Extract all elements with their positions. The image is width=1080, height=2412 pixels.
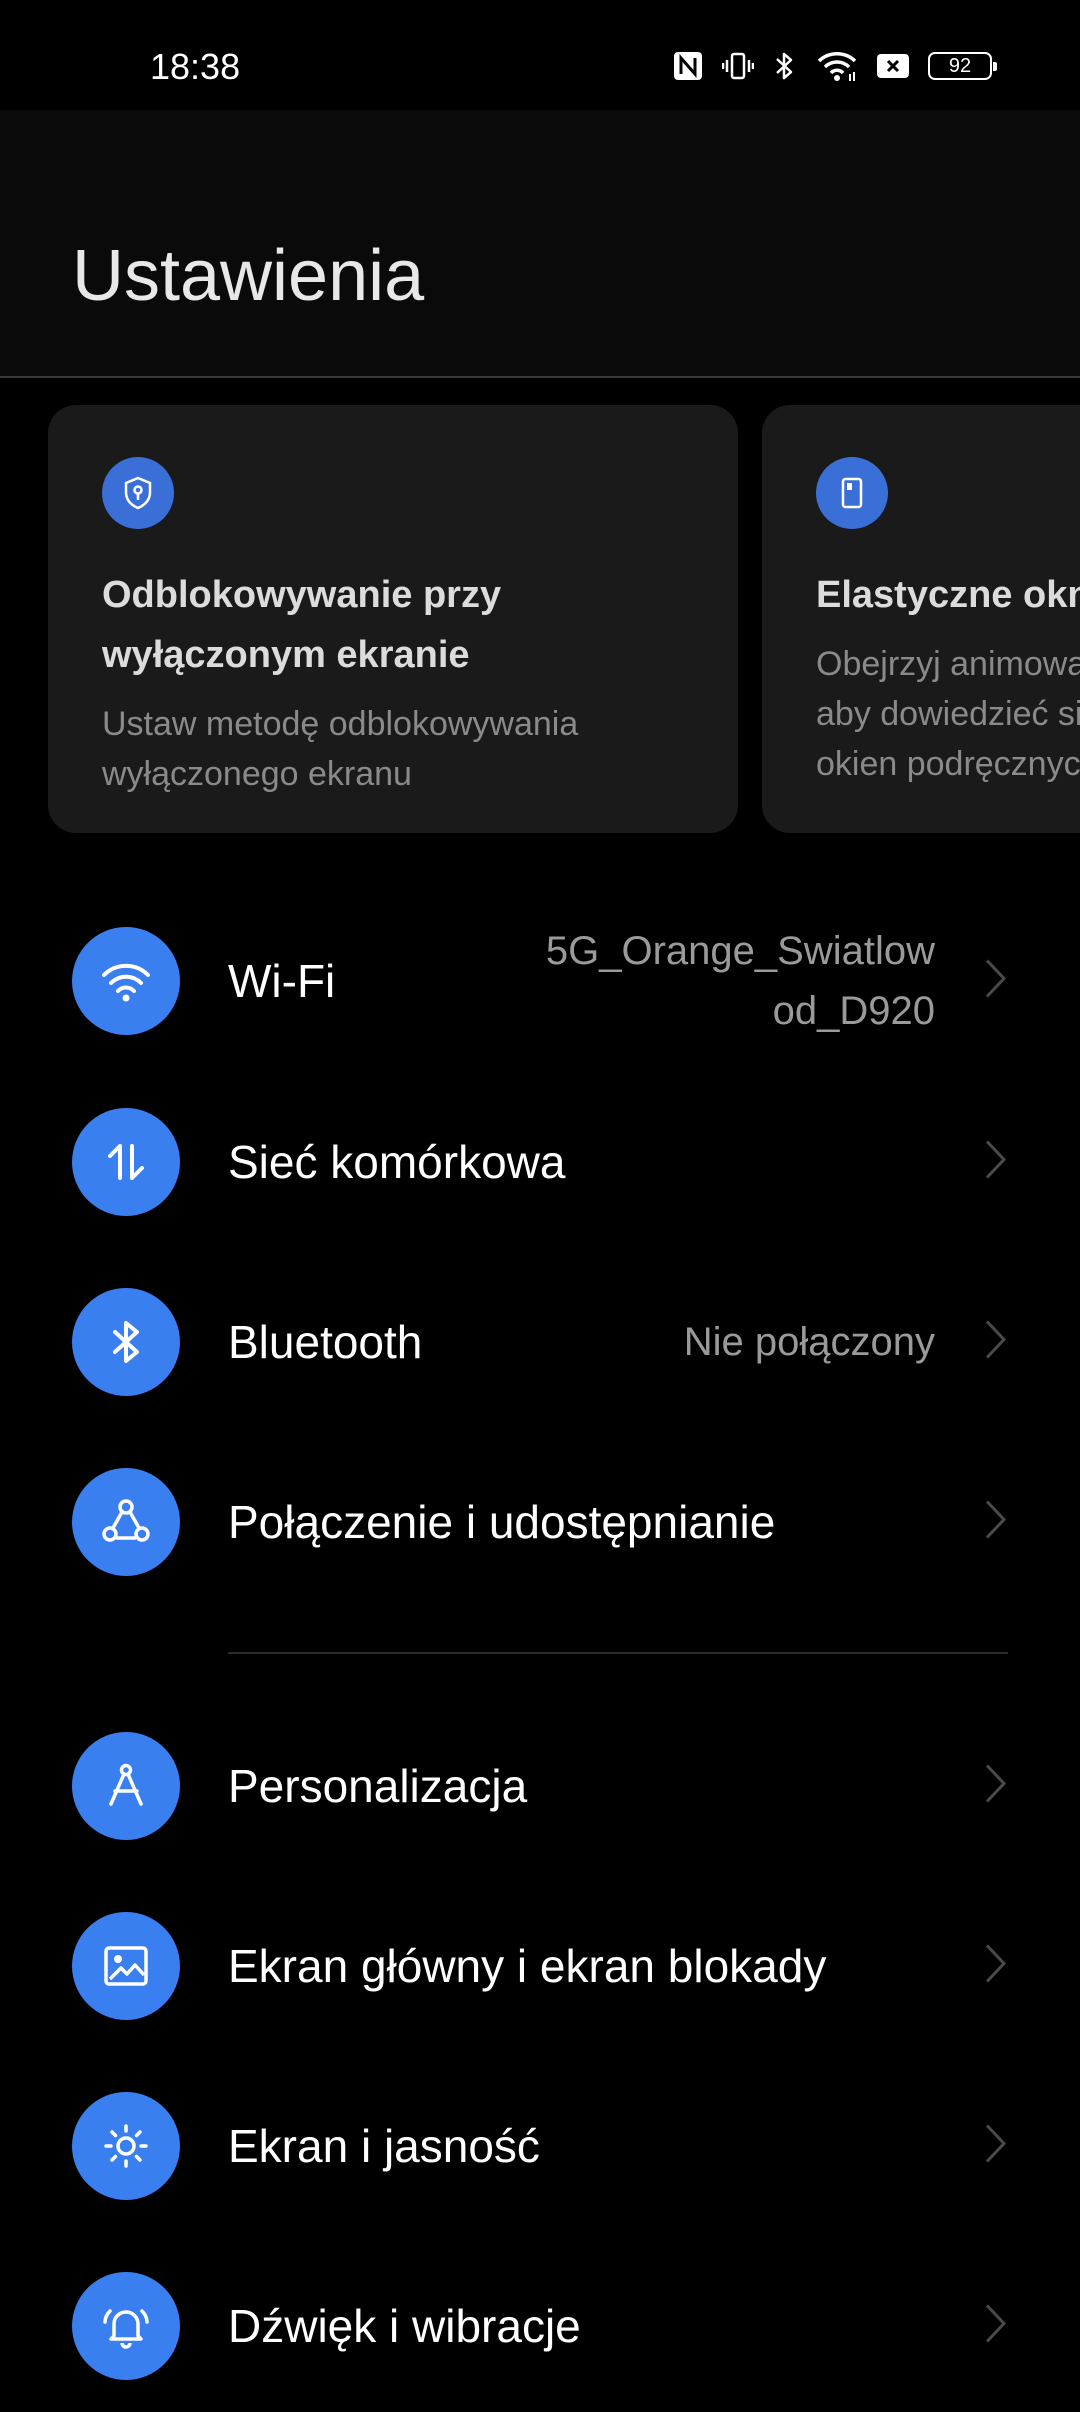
connection-sharing-icon [72,1468,180,1576]
suggestion-card-flexible-windows[interactable]: Elastyczne okna Obejrzyj animowany przew… [762,405,1080,833]
chevron-right-icon [984,1318,1008,1367]
settings-item-label: Ekran główny i ekran blokady [228,1940,827,1992]
settings-item-label: Sieć komórkowa [228,1136,566,1188]
settings-item-label: Wi-Fi [228,955,336,1007]
status-time: 18:38 [150,46,241,87]
chevron-right-icon [984,1942,1008,1991]
settings-item-label: Ekran i jasność [228,2120,540,2172]
brightness-icon [72,2092,180,2200]
chevron-right-icon [984,1498,1008,1547]
settings-item-wifi[interactable]: Wi-Fi 5G_Orange_Swiatlow od_D920 [0,906,1080,1056]
personalization-icon [72,1732,180,1840]
battery-level: 92 [948,54,972,77]
card-title: Odblokowywanie przy wyłączonym ekranie [102,574,502,676]
header: Ustawienia [0,110,1080,378]
section-divider [228,1652,1008,1654]
card-description: Ustaw metodę odblokowywania wyłączonego … [102,705,579,793]
wifi-icon [72,927,180,1035]
vibrate-icon [722,50,754,82]
bluetooth-icon [72,1288,180,1396]
sound-icon [72,2272,180,2380]
settings-item-value: Nie połączony [683,1320,935,1364]
settings-item-bluetooth[interactable]: Bluetooth Nie połączony [0,1267,1080,1417]
settings-item-value: 5G_Orange_Swiatlow od_D920 [545,929,935,1033]
settings-item-connection-sharing[interactable]: Połączenie i udostępnianie [0,1447,1080,1597]
shield-key-icon [102,457,174,529]
suggestion-card-unlock[interactable]: Odblokowywanie przy wyłączonym ekranie U… [48,405,738,833]
wifi-icon [816,50,858,82]
card-description: Obejrzyj animowany przewodnik, aby dowie… [816,645,1080,783]
mobile-data-icon [72,1108,180,1216]
settings-item-personalization[interactable]: Personalizacja [0,1711,1080,1861]
settings-item-home-lock-screen[interactable]: Ekran główny i ekran blokady [0,1891,1080,2041]
bluetooth-icon [772,50,798,82]
no-sim-icon [876,51,910,81]
chevron-right-icon [984,1762,1008,1811]
nfc-icon [672,50,704,82]
settings-item-label: Bluetooth [228,1316,423,1368]
wallpaper-icon [72,1912,180,2020]
chevron-right-icon [984,2302,1008,2351]
status-bar: 18:38 92 [0,0,1080,110]
page-title: Ustawienia [72,236,425,316]
settings-item-mobile-network[interactable]: Sieć komórkowa [0,1087,1080,1237]
card-title: Elastyczne okna [816,574,1080,616]
battery-icon: 92 [928,52,997,80]
floating-window-icon [816,457,888,529]
settings-item-label: Dźwięk i wibracje [228,2300,581,2352]
settings-item-display-brightness[interactable]: Ekran i jasność [0,2071,1080,2221]
settings-item-label: Personalizacja [228,1760,528,1812]
suggestion-cards: Odblokowywanie przy wyłączonym ekranie U… [48,405,1080,833]
chevron-right-icon [984,2122,1008,2171]
settings-item-label: Połączenie i udostępnianie [228,1496,776,1548]
settings-item-sound-vibration[interactable]: Dźwięk i wibracje [0,2251,1080,2401]
chevron-right-icon [984,1138,1008,1187]
status-icons: 92 [672,50,997,82]
chevron-right-icon [984,957,1008,1006]
